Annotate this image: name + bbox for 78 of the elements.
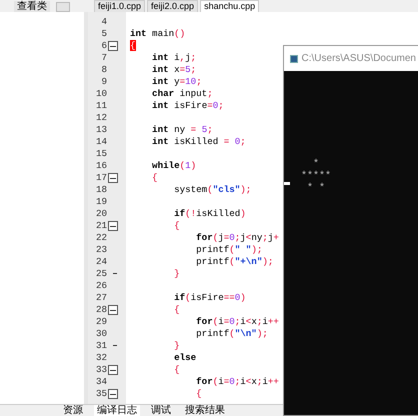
code-line: for(i=0;i<x;i++ bbox=[195, 316, 279, 328]
line-number: 16 bbox=[94, 160, 108, 172]
code-line: int isFire=0; bbox=[151, 100, 224, 112]
code-line: { bbox=[151, 172, 158, 184]
console-output: ***** bbox=[301, 171, 332, 182]
line-number: 20 bbox=[94, 208, 108, 220]
line-number: 35 bbox=[94, 388, 108, 400]
file-tab[interactable]: feiji2.0.cpp bbox=[147, 0, 198, 12]
code-line: { bbox=[195, 388, 202, 400]
line-number: 12 bbox=[94, 112, 108, 124]
code-line: for(i=0;i<x;i++ bbox=[195, 376, 279, 388]
fold-minus-icon[interactable] bbox=[108, 389, 118, 399]
panel-tab[interactable]: 查看类 bbox=[14, 1, 50, 12]
line-number: 6 bbox=[100, 40, 108, 52]
line-number: 28 bbox=[94, 304, 108, 316]
line-number: 10 bbox=[94, 88, 108, 100]
line-number: 25 bbox=[94, 268, 108, 280]
code-line: else bbox=[173, 352, 196, 364]
code-line: if(isFire==0) bbox=[173, 292, 246, 304]
code-line: int i,j; bbox=[151, 52, 196, 64]
bottom-tab[interactable]: 编译日志 bbox=[94, 405, 140, 416]
line-number: 33 bbox=[94, 364, 108, 376]
cursor-icon bbox=[284, 182, 290, 185]
console-title: C:\Users\ASUS\Documen bbox=[302, 52, 416, 66]
code-line: } bbox=[173, 340, 180, 352]
line-number: 29 bbox=[94, 316, 108, 328]
code-line: printf("\n"); bbox=[195, 328, 268, 340]
line-number: 5 bbox=[100, 28, 108, 40]
line-number: 15 bbox=[94, 148, 108, 160]
line-number: 18 bbox=[94, 184, 108, 196]
bottom-tab[interactable]: 搜索结果 bbox=[182, 405, 228, 416]
fold-minus-icon[interactable] bbox=[108, 365, 118, 375]
code-line: while(1) bbox=[151, 160, 196, 172]
bottom-tab[interactable]: 资源 bbox=[60, 405, 86, 416]
line-number: 13 bbox=[94, 124, 108, 136]
code-line: if(!isKilled) bbox=[173, 208, 246, 220]
line-number: 27 bbox=[94, 292, 108, 304]
line-number: 17 bbox=[94, 172, 108, 184]
line-number: 30 bbox=[94, 328, 108, 340]
line-number: 26 bbox=[94, 280, 108, 292]
line-number: 24 bbox=[94, 256, 108, 268]
line-number: 23 bbox=[94, 244, 108, 256]
line-number: 7 bbox=[100, 52, 108, 64]
line-number: 14 bbox=[94, 136, 108, 148]
file-tab[interactable]: shanchu.cpp bbox=[200, 0, 260, 12]
code-line: printf("+\n"); bbox=[195, 256, 274, 268]
code-line: system("cls"); bbox=[173, 184, 252, 196]
file-tab[interactable]: feiji1.0.cpp bbox=[94, 0, 146, 12]
line-number: 9 bbox=[100, 76, 108, 88]
fold-minus-icon[interactable] bbox=[108, 305, 118, 315]
line-number: 31 bbox=[94, 340, 108, 352]
fold-minus-icon[interactable] bbox=[108, 41, 118, 51]
line-number: 19 bbox=[94, 196, 108, 208]
line-number: 4 bbox=[100, 16, 108, 28]
code-line: for(j=0;j<ny;j+ bbox=[195, 232, 279, 244]
line-number: 21 bbox=[94, 220, 108, 232]
code-line: { bbox=[173, 364, 180, 376]
fold-minus-icon[interactable] bbox=[108, 173, 118, 183]
code-line: { bbox=[173, 304, 180, 316]
fold-minus-icon[interactable] bbox=[108, 221, 118, 231]
code-line: { bbox=[173, 220, 180, 232]
line-number: 22 bbox=[94, 232, 108, 244]
line-number: 34 bbox=[94, 376, 108, 388]
code-line: } bbox=[173, 268, 180, 280]
line-number: 32 bbox=[94, 352, 108, 364]
console-output: * bbox=[312, 159, 320, 170]
line-number: 8 bbox=[100, 64, 108, 76]
code-line: char input; bbox=[151, 88, 213, 100]
bottom-tab[interactable]: 调试 bbox=[148, 405, 174, 416]
code-line: int x=5; bbox=[151, 64, 196, 76]
code-line: int isKilled = 0; bbox=[151, 136, 246, 148]
console-icon bbox=[290, 54, 298, 62]
code-line: printf(" "); bbox=[195, 244, 262, 256]
code-line: int y=10; bbox=[151, 76, 202, 88]
line-number: 11 bbox=[94, 100, 108, 112]
code-line: int main() bbox=[130, 28, 186, 40]
console-output: * * bbox=[306, 183, 326, 195]
code-line: int ny = 5; bbox=[151, 124, 213, 136]
